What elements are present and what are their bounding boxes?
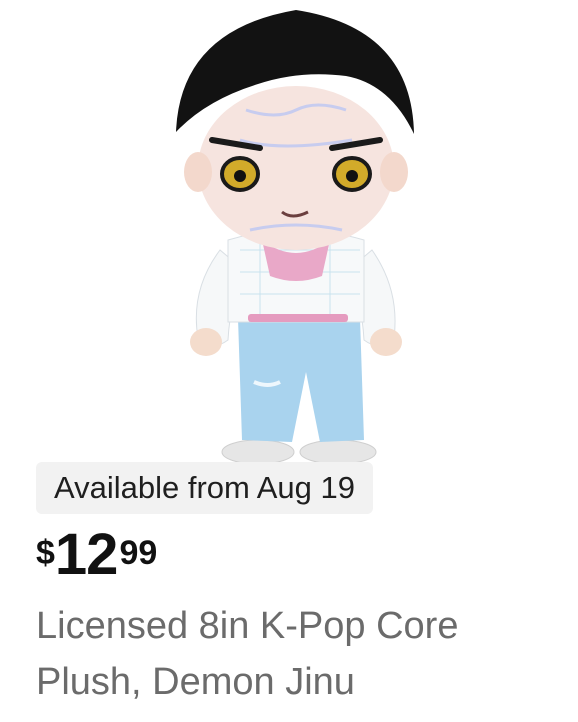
price-currency: $	[36, 534, 55, 572]
price-whole: 12	[54, 522, 119, 587]
availability-badge: Available from Aug 19	[36, 462, 374, 514]
product-title[interactable]: Licensed 8in K-Pop Core Plush, Demon Jin…	[36, 598, 556, 710]
availability-text: Available from Aug 19	[54, 470, 356, 505]
price-cents: 99	[119, 534, 158, 572]
price: $ 12 99	[36, 526, 157, 584]
product-image[interactable]	[150, 0, 440, 470]
